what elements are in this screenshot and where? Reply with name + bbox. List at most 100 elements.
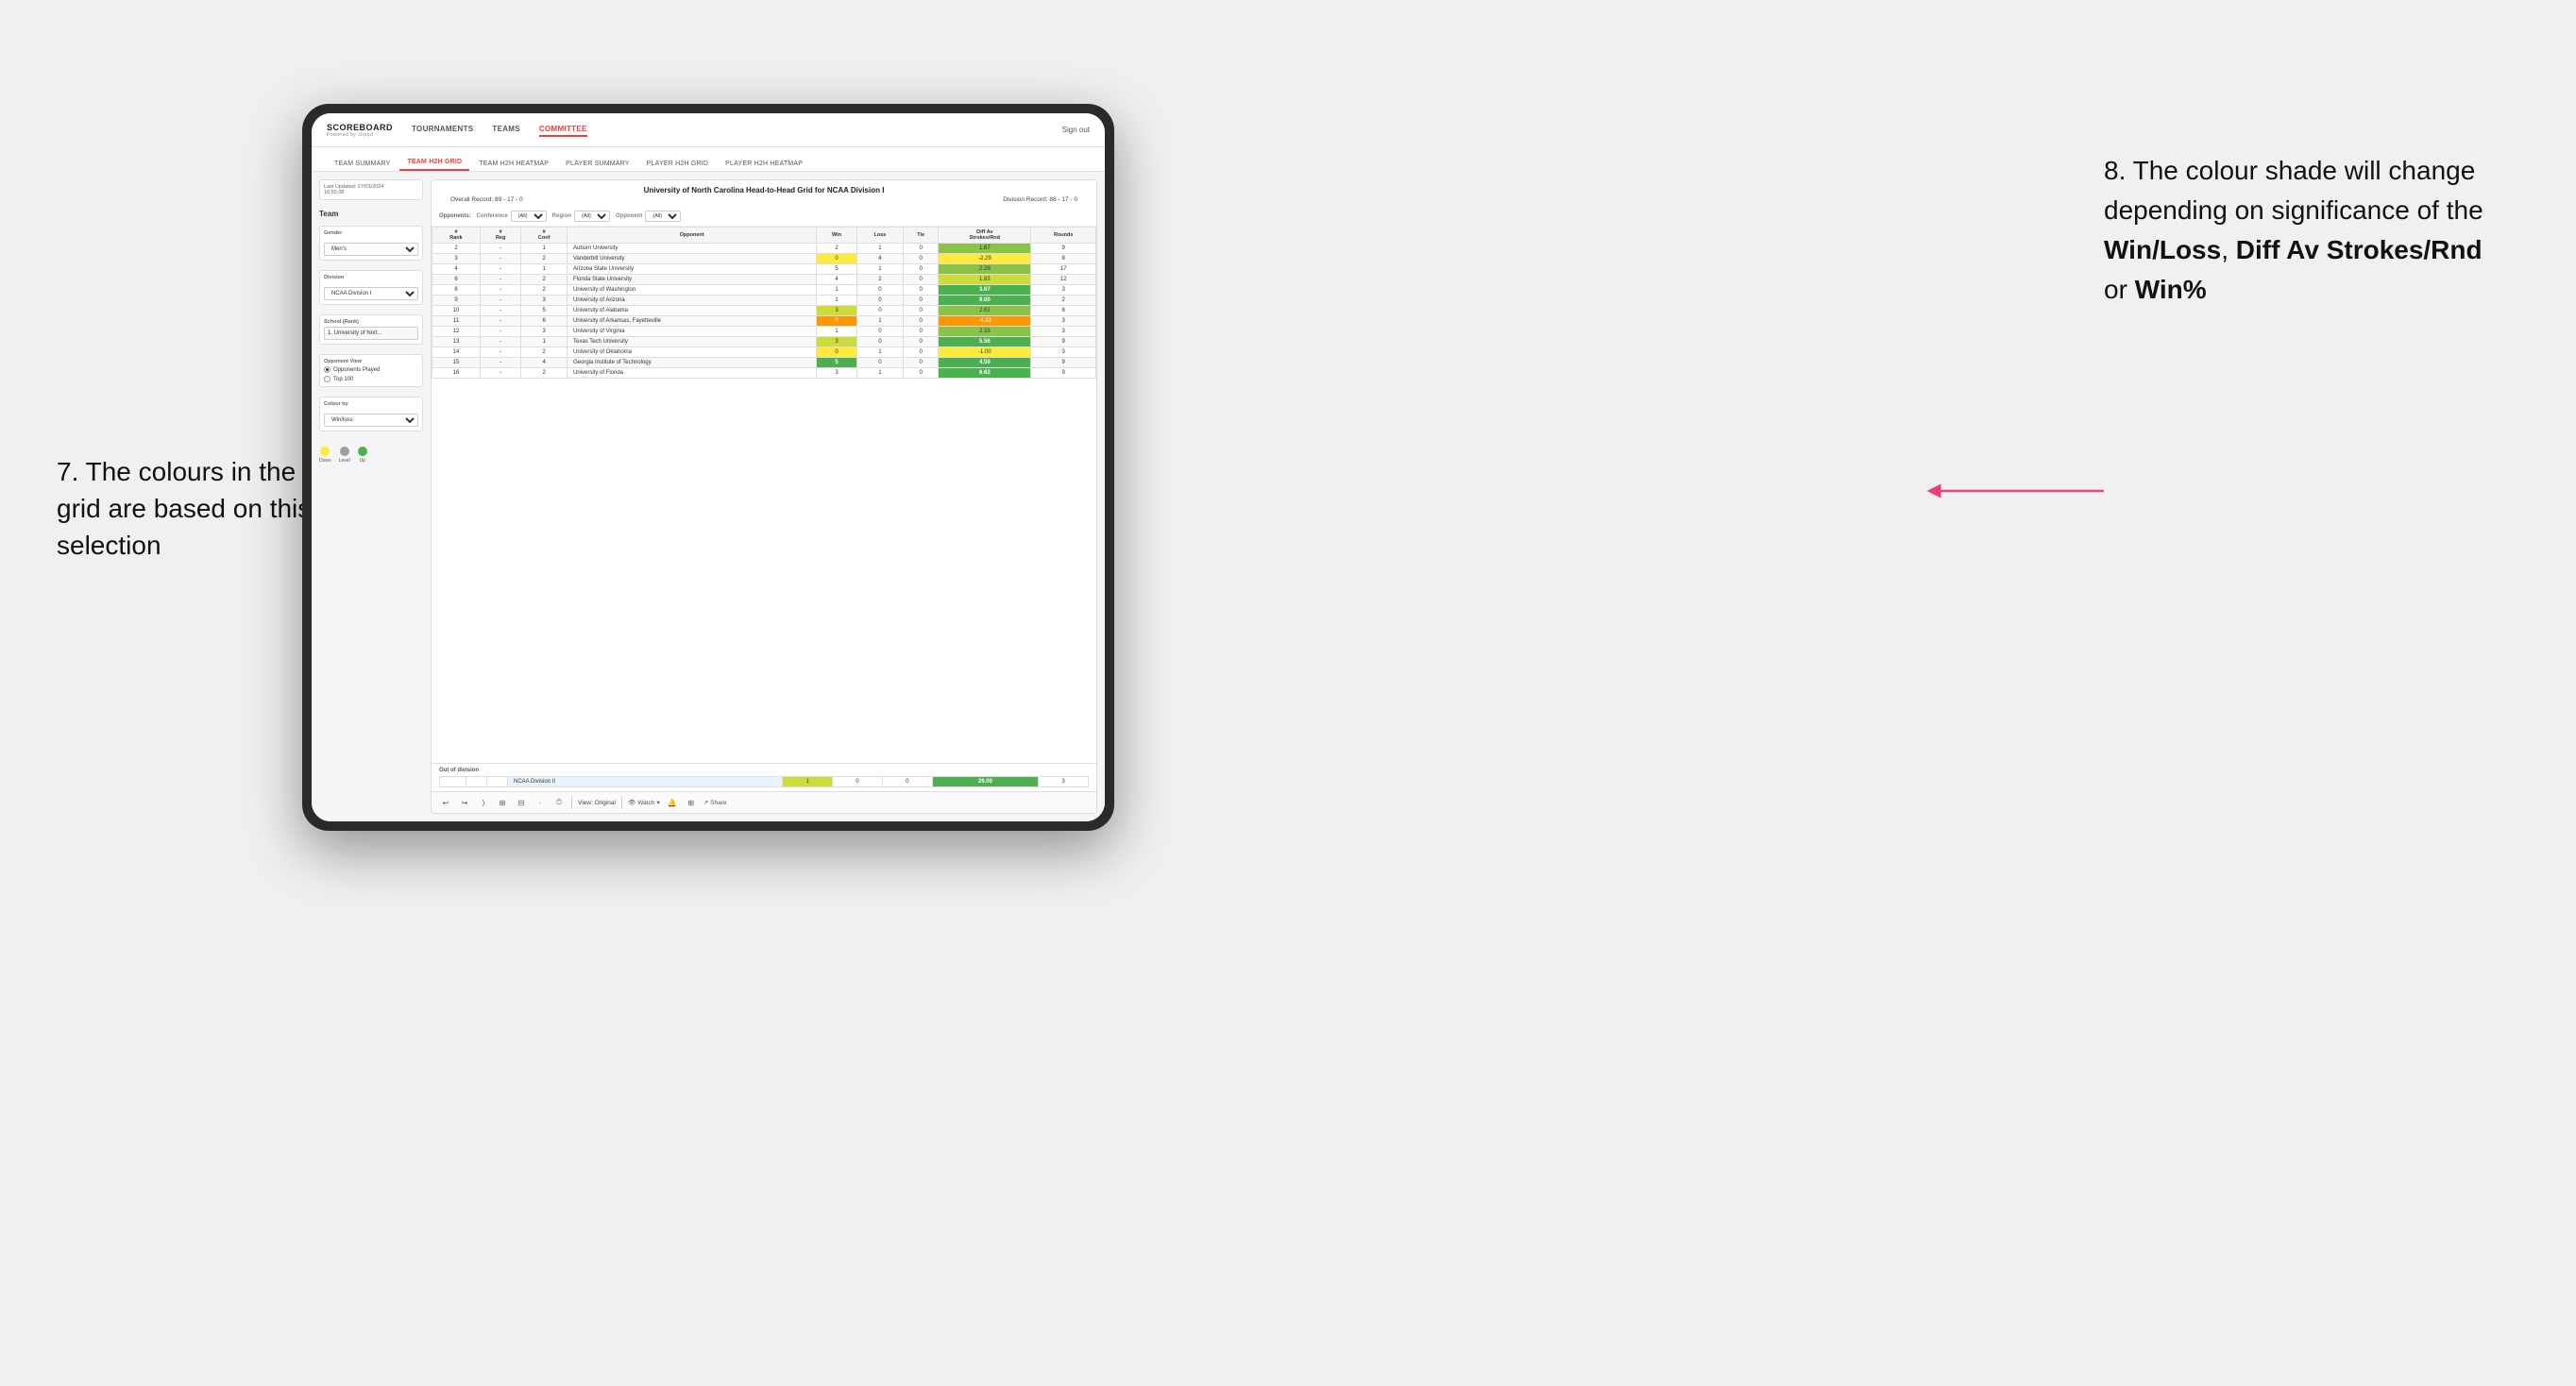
out-of-division-table: NCAA Division II 1 0 0 26.00 3 bbox=[439, 776, 1089, 787]
annotation-left: 7. The colours in the grid are based on … bbox=[57, 453, 340, 565]
opponent-select[interactable]: (All) bbox=[645, 211, 681, 222]
region-label: Region bbox=[552, 213, 571, 219]
h2h-table: #Rank #Reg #Conf Opponent Win Loss Tie D… bbox=[432, 227, 1096, 379]
last-updated: Last Updated: 27/03/2024 16:55:38 bbox=[319, 179, 423, 200]
table-row: 16 - 2 University of Florida 3 1 0 6.62 … bbox=[432, 368, 1096, 379]
division-record: Division Record: 88 - 17 - 0 bbox=[1003, 196, 1077, 203]
conference-select[interactable]: (All) bbox=[511, 211, 547, 222]
legend-up-label: Up bbox=[360, 458, 365, 464]
watch-button[interactable]: 👁Watch▾ bbox=[628, 799, 660, 806]
col-rank: #Rank bbox=[432, 228, 481, 244]
grid-record: Overall Record: 89 - 17 - 0 Division Rec… bbox=[432, 196, 1096, 207]
col-tie: Tie bbox=[904, 228, 939, 244]
table-row: 6 - 2 Florida State University 4 2 0 1.8… bbox=[432, 275, 1096, 285]
annotation-bold1: Win/Loss bbox=[2104, 235, 2221, 264]
legend-down-label: Down bbox=[319, 458, 331, 464]
annotation-right: 8. The colour shade will change dependin… bbox=[2104, 151, 2500, 310]
nav-tournaments[interactable]: TOURNAMENTS bbox=[412, 123, 473, 137]
opponent-view-radio-group: Opponents Played Top 100 bbox=[324, 366, 418, 382]
table-row: 9 - 3 University of Arizona 1 0 0 9.00 2 bbox=[432, 296, 1096, 306]
legend-up: Up bbox=[358, 447, 367, 464]
share-button[interactable]: ↗Share bbox=[703, 799, 727, 806]
division-field: Division NCAA Division I bbox=[319, 270, 423, 305]
tab-team-h2h-heatmap[interactable]: TEAM H2H HEATMAP bbox=[471, 157, 556, 171]
grid-panel: University of North Carolina Head-to-Hea… bbox=[431, 179, 1097, 814]
tab-player-summary[interactable]: PLAYER SUMMARY bbox=[558, 157, 637, 171]
clock-icon[interactable]: ⏱ bbox=[552, 796, 566, 809]
legend-level: Level bbox=[339, 447, 350, 464]
tablet-device: SCOREBOARD Powered by clippd TOURNAMENTS… bbox=[302, 104, 1114, 831]
tab-team-h2h-grid[interactable]: TEAM H2H GRID bbox=[399, 155, 469, 171]
table-row: 15 - 4 Georgia Institute of Technology 5… bbox=[432, 358, 1096, 368]
annotation-bold2: Diff Av Strokes/Rnd bbox=[2236, 235, 2483, 264]
separator-icon: · bbox=[534, 796, 547, 809]
opponents-filter-label: Opponents: bbox=[439, 213, 471, 219]
table-row: 4 - 1 Arizona State University 5 1 0 2.2… bbox=[432, 264, 1096, 275]
tablet-screen: SCOREBOARD Powered by clippd TOURNAMENTS… bbox=[312, 113, 1105, 821]
out-of-division-row: NCAA Division II 1 0 0 26.00 3 bbox=[440, 777, 1089, 787]
col-reg: #Reg bbox=[480, 228, 520, 244]
table-row: 11 - 6 University of Arkansas, Fayettevi… bbox=[432, 316, 1096, 327]
share-icon-left[interactable]: 🔔 bbox=[666, 796, 679, 809]
legend-up-dot bbox=[358, 447, 367, 456]
opponent-view-field: Opponent View Opponents Played Top 100 bbox=[319, 354, 423, 387]
out-of-division: Out of division NCAA Division II 1 0 0 bbox=[432, 763, 1096, 791]
copy-icon[interactable]: ⊞ bbox=[496, 796, 509, 809]
redo-icon[interactable]: ↪ bbox=[458, 796, 471, 809]
sub-nav: TEAM SUMMARY TEAM H2H GRID TEAM H2H HEAT… bbox=[312, 147, 1105, 172]
tab-team-summary[interactable]: TEAM SUMMARY bbox=[327, 157, 398, 171]
toolbar: ↩ ↪ ⟩ ⊞ ⊟ · ⏱ View: Original 👁Watch▾ 🔔 ⊞ bbox=[432, 791, 1096, 813]
gender-select[interactable]: Men's bbox=[324, 243, 418, 256]
table-row: 8 - 2 University of Washington 1 0 0 3.6… bbox=[432, 285, 1096, 296]
undo-icon[interactable]: ↩ bbox=[439, 796, 452, 809]
table-row: 12 - 3 University of Virginia 1 0 0 2.33… bbox=[432, 327, 1096, 337]
legend: Down Level Up bbox=[319, 447, 423, 464]
colour-by-select[interactable]: Win/loss bbox=[324, 414, 418, 427]
col-rounds: Rounds bbox=[1031, 228, 1096, 244]
annotation-right-intro: 8. The colour shade will change dependin… bbox=[2104, 156, 2483, 225]
tab-player-h2h-heatmap[interactable]: PLAYER H2H HEATMAP bbox=[718, 157, 810, 171]
table-row: 2 - 1 Auburn University 2 1 0 1.67 9 bbox=[432, 244, 1096, 254]
legend-level-label: Level bbox=[339, 458, 350, 464]
filter-row: Opponents: Conference (All) Region (All) bbox=[432, 207, 1096, 227]
overall-record: Overall Record: 89 - 17 - 0 bbox=[450, 196, 523, 203]
view-label: View: Original bbox=[578, 800, 616, 806]
app-header: SCOREBOARD Powered by clippd TOURNAMENTS… bbox=[312, 113, 1105, 147]
forward-icon[interactable]: ⟩ bbox=[477, 796, 490, 809]
data-table: #Rank #Reg #Conf Opponent Win Loss Tie D… bbox=[432, 227, 1096, 763]
col-win: Win bbox=[817, 228, 856, 244]
layout-icon[interactable]: ⊞ bbox=[685, 796, 698, 809]
paste-icon[interactable]: ⊟ bbox=[515, 796, 528, 809]
gender-field: Gender Men's bbox=[319, 226, 423, 261]
col-loss: Loss bbox=[856, 228, 903, 244]
table-row: 10 - 5 University of Alabama 3 0 0 2.61 … bbox=[432, 306, 1096, 316]
out-of-division-label: Out of division bbox=[439, 768, 1089, 773]
division-select[interactable]: NCAA Division I bbox=[324, 287, 418, 300]
main-nav: TOURNAMENTS TEAMS COMMITTEE bbox=[412, 123, 1062, 137]
conference-label: Conference bbox=[477, 213, 508, 219]
col-opponent: Opponent bbox=[567, 228, 816, 244]
radio-opponents-played[interactable]: Opponents Played bbox=[324, 366, 418, 373]
region-select[interactable]: (All) bbox=[574, 211, 610, 222]
app-logo: SCOREBOARD Powered by clippd bbox=[327, 123, 393, 138]
legend-down: Down bbox=[319, 447, 331, 464]
team-section-label: Team bbox=[319, 210, 423, 218]
radio-top-100[interactable]: Top 100 bbox=[324, 376, 418, 382]
opponent-filter: Opponent (All) bbox=[616, 211, 681, 222]
arrow-right-indicator bbox=[1924, 463, 2113, 519]
sign-out-button[interactable]: Sign out bbox=[1062, 126, 1090, 134]
legend-down-dot bbox=[320, 447, 330, 456]
school-value: 1. University of Nort... bbox=[324, 327, 418, 340]
tab-player-h2h-grid[interactable]: PLAYER H2H GRID bbox=[639, 157, 717, 171]
legend-level-dot bbox=[340, 447, 349, 456]
table-row: 13 - 1 Texas Tech University 3 0 0 5.56 … bbox=[432, 337, 1096, 347]
col-conf: #Conf bbox=[521, 228, 568, 244]
grid-title: University of North Carolina Head-to-Hea… bbox=[432, 180, 1096, 196]
nav-teams[interactable]: TEAMS bbox=[492, 123, 520, 137]
toolbar-separator-1 bbox=[571, 796, 572, 809]
col-diff: Diff AvStrokes/Rnd bbox=[939, 228, 1031, 244]
table-row: 3 - 2 Vanderbilt University 0 4 0 -2.29 … bbox=[432, 254, 1096, 264]
nav-committee[interactable]: COMMITTEE bbox=[539, 123, 587, 137]
region-filter: Region (All) bbox=[552, 211, 610, 222]
colour-by-field: Colour by Win/loss bbox=[319, 397, 423, 431]
